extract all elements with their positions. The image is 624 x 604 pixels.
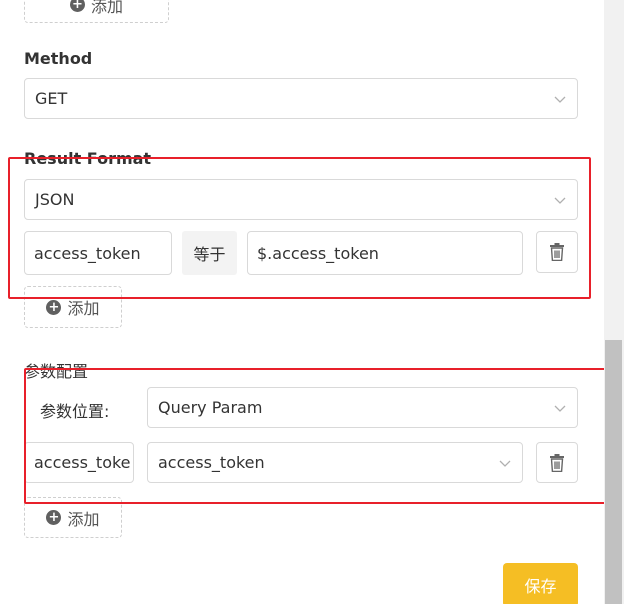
param-value-select[interactable]: access_token xyxy=(147,442,523,483)
result-add-label: 添加 xyxy=(67,299,100,318)
param-position-select[interactable]: Query Param xyxy=(147,387,578,428)
result-format-label: Result Format xyxy=(24,149,152,168)
plus-circle-icon: + xyxy=(46,299,62,315)
chevron-down-icon xyxy=(554,96,566,103)
method-label: Method xyxy=(24,49,93,68)
result-add-button[interactable]: + 添加 xyxy=(24,286,122,328)
param-add-button[interactable]: + 添加 xyxy=(24,497,122,538)
chevron-down-icon xyxy=(499,460,511,467)
param-config-label: 参数配置 xyxy=(24,362,89,381)
trash-icon xyxy=(550,243,564,261)
chevron-down-icon xyxy=(554,197,566,204)
method-select-value: GET xyxy=(35,89,68,108)
param-position-label: 参数位置: xyxy=(40,402,110,421)
trash-icon xyxy=(550,453,564,472)
param-position-value: Query Param xyxy=(158,398,263,417)
method-select[interactable]: GET xyxy=(24,78,578,119)
result-format-select[interactable]: JSON xyxy=(24,179,578,220)
param-value-select-value: access_token xyxy=(158,453,265,472)
plus-circle-icon: + xyxy=(69,0,85,12)
chevron-down-icon xyxy=(554,405,566,412)
result-format-select-value: JSON xyxy=(35,190,75,209)
param-key-input[interactable]: access_toke xyxy=(24,442,134,483)
plus-circle-icon: + xyxy=(46,510,62,525)
top-add-label: 添加 xyxy=(90,0,123,16)
save-button[interactable]: 保存 xyxy=(503,563,578,604)
param-add-label: 添加 xyxy=(67,509,100,529)
delete-param-button[interactable] xyxy=(536,442,578,483)
operator-label: 等于 xyxy=(182,231,237,275)
result-key-input[interactable]: access_token xyxy=(24,231,172,275)
result-value-input[interactable]: $.access_token xyxy=(247,231,523,275)
scrollbar-thumb[interactable] xyxy=(605,340,622,604)
top-add-button[interactable]: + 添加 xyxy=(24,0,169,23)
delete-rule-button[interactable] xyxy=(536,231,578,273)
